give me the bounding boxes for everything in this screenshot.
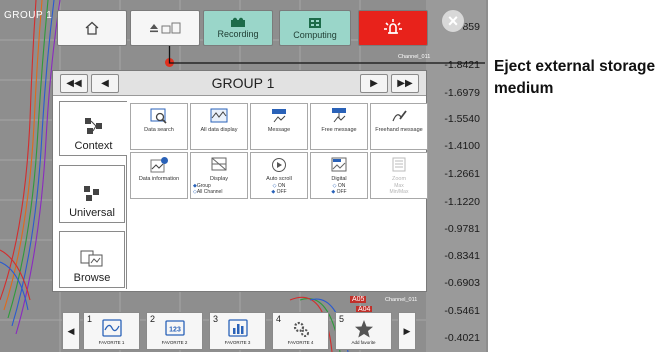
callout-leader-line: [168, 46, 485, 64]
tab-context-label: Context: [74, 140, 113, 152]
context-icon: [84, 118, 102, 134]
tab-context[interactable]: Context: [59, 101, 127, 156]
callout-text: Eject external storage medium: [494, 58, 656, 97]
